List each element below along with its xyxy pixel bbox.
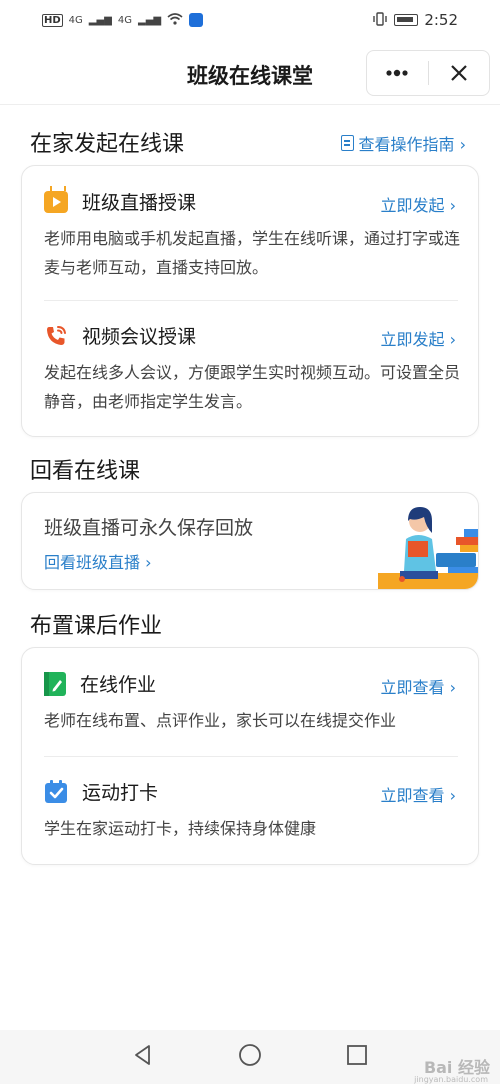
item-description: 老师用电脑或手机发起直播，学生在线听课，通过打字或连麦与老师互动，直播支持回放。	[44, 229, 461, 277]
watermark-url: jingyan.baidu.com	[414, 1075, 488, 1084]
more-dots-icon[interactable]	[367, 51, 428, 95]
start-now-button[interactable]: 立即发起 ›	[381, 192, 457, 216]
item-title: 在线作业	[80, 674, 157, 696]
mini-program-capsule	[366, 50, 490, 96]
online-class-card: 班级直播授课 立即发起 › 老师用电脑或手机发起直播，学生在线听课，通过打字或连…	[21, 165, 479, 437]
teacher-illustration	[378, 493, 478, 589]
hd-badge: HD	[42, 13, 63, 27]
item-title: 视频会议授课	[82, 326, 197, 348]
list-item-live-class[interactable]: 班级直播授课 立即发起 › 老师用电脑或手机发起直播，学生在线听课，通过打字或连…	[22, 188, 480, 298]
homework-icon	[44, 671, 66, 696]
nav-divider	[0, 104, 500, 105]
item-title: 班级直播授课	[82, 192, 197, 214]
vibrate-icon	[372, 11, 388, 29]
checkin-icon	[44, 779, 68, 804]
wifi-icon	[167, 12, 183, 28]
playback-link[interactable]: 回看班级直播 ›	[44, 549, 152, 573]
shield-icon	[189, 13, 204, 27]
view-now-button[interactable]: 立即查看 ›	[381, 674, 457, 698]
section-title-online: 在家发起在线课	[30, 132, 185, 157]
view-now-button[interactable]: 立即查看 ›	[381, 782, 457, 806]
item-description: 发起在线多人会议，方便跟学生实时视频互动。可设置全员静音，由老师指定学生发言。	[44, 363, 461, 411]
recents-square-icon[interactable]	[346, 1044, 368, 1070]
signal-icon: 4G	[68, 14, 83, 26]
list-item-online-homework[interactable]: 在线作业 立即查看 › 老师在线布置、点评作业，家长可以在线提交作业	[22, 670, 480, 750]
item-description: 老师在线布置、点评作业，家长可以在线提交作业	[44, 711, 397, 730]
start-now-button[interactable]: 立即发起 ›	[381, 326, 457, 350]
playback-card[interactable]: 班级直播可永久保存回放 回看班级直播 ›	[21, 492, 479, 590]
status-bar: HD 4G ▂▄▆ 4G ▂▄▆ 2:52	[0, 0, 500, 40]
home-circle-icon[interactable]	[238, 1043, 262, 1071]
status-time: 2:52	[424, 11, 458, 29]
item-description: 学生在家运动打卡，持续保持身体健康	[44, 819, 317, 838]
guide-link-label: 查看操作指南 ›	[358, 135, 467, 154]
section-title-homework: 布置课后作业	[30, 614, 163, 639]
signal-icon: 4G	[117, 14, 132, 26]
item-title: 运动打卡	[82, 782, 159, 804]
navbar: 班级在线课堂	[0, 46, 500, 102]
close-icon[interactable]	[429, 51, 490, 95]
tv-play-icon	[44, 190, 68, 213]
card-divider	[44, 300, 458, 301]
signal-icon: ▂▄▆	[138, 14, 162, 26]
section-title-playback: 回看在线课	[30, 459, 141, 484]
list-item-exercise-checkin[interactable]: 运动打卡 立即查看 › 学生在家运动打卡，持续保持身体健康	[22, 778, 480, 858]
card-divider	[44, 756, 458, 757]
signal-icon: ▂▄▆	[88, 14, 112, 26]
document-icon	[340, 135, 354, 151]
homework-card: 在线作业 立即查看 › 老师在线布置、点评作业，家长可以在线提交作业 运动打卡 …	[21, 647, 479, 865]
battery-icon	[394, 14, 419, 26]
list-item-video-meeting[interactable]: 视频会议授课 立即发起 › 发起在线多人会议，方便跟学生实时视频互动。可设置全员…	[22, 322, 480, 432]
guide-link[interactable]: 查看操作指南 ›	[340, 131, 467, 155]
system-nav-bar: Bai 经验 jingyan.baidu.com	[0, 1030, 500, 1084]
back-triangle-icon[interactable]	[132, 1044, 154, 1070]
video-call-icon	[44, 324, 68, 348]
playback-description: 班级直播可永久保存回放	[44, 517, 254, 539]
